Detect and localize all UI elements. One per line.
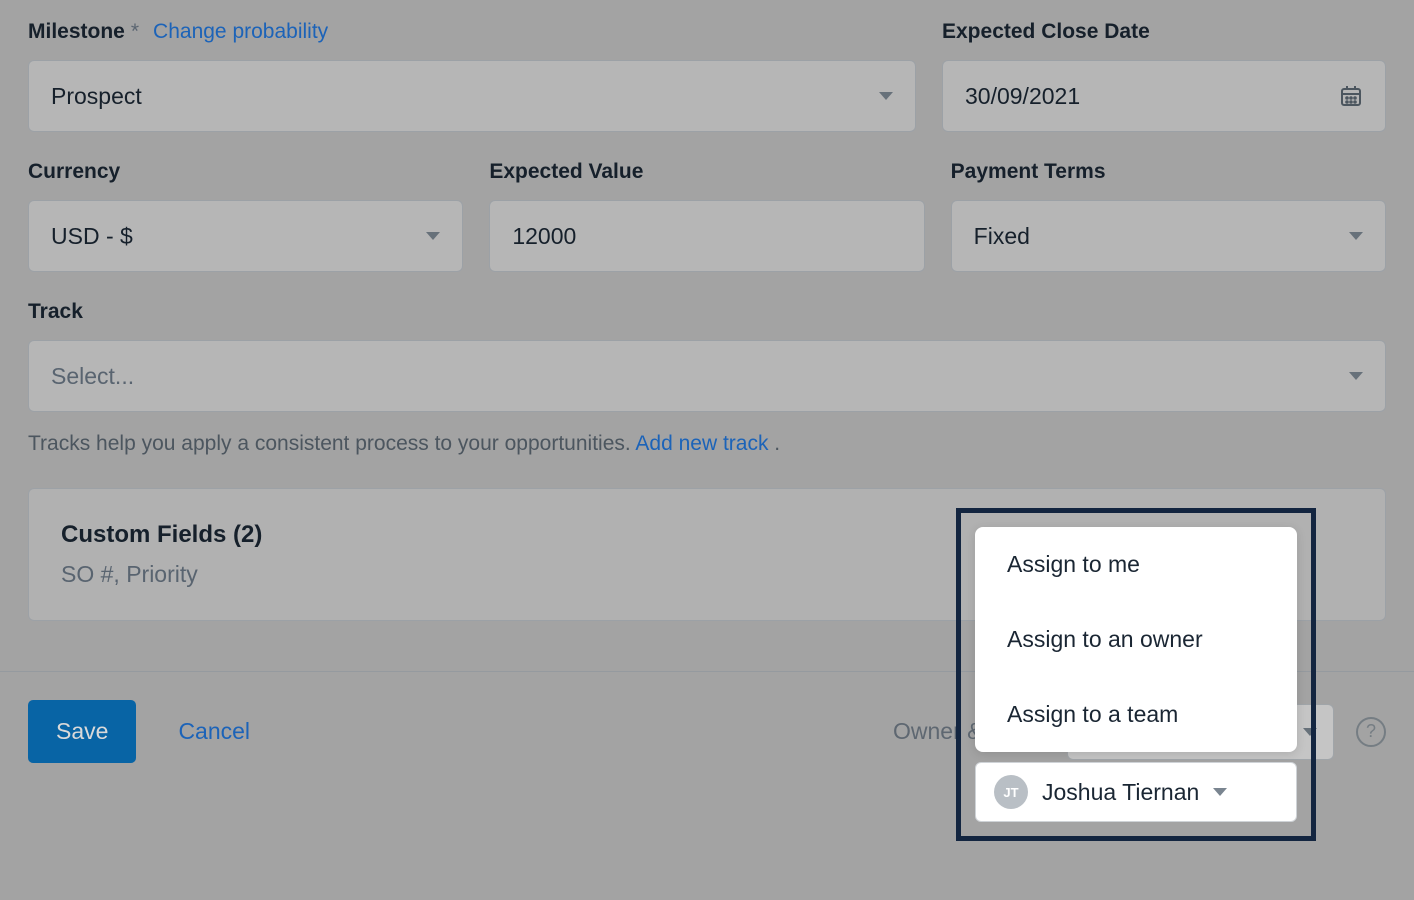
calendar-icon [1339, 84, 1363, 108]
expected-value-label: Expected Value [489, 160, 643, 184]
chevron-down-icon [1349, 372, 1363, 380]
assign-to-me-item[interactable]: Assign to me [975, 527, 1297, 602]
payment-terms-value: Fixed [974, 223, 1030, 250]
track-label: Track [28, 300, 83, 324]
assign-popover: Assign to me Assign to an owner Assign t… [975, 527, 1297, 752]
currency-label: Currency [28, 160, 120, 184]
assign-to-owner-item[interactable]: Assign to an owner [975, 602, 1297, 677]
cancel-button[interactable]: Cancel [178, 718, 250, 745]
close-date-label: Expected Close Date [942, 20, 1150, 44]
assign-popover-highlight: Assign to me Assign to an owner Assign t… [956, 508, 1316, 841]
track-helper: Tracks help you apply a consistent proce… [28, 432, 1386, 456]
close-date-value: 30/09/2021 [965, 83, 1080, 110]
add-track-link[interactable]: Add new track [635, 432, 768, 455]
assign-to-team-item[interactable]: Assign to a team [975, 677, 1297, 752]
currency-select[interactable]: USD - $ [28, 200, 463, 272]
avatar: JT [994, 775, 1028, 809]
required-indicator: * [131, 20, 139, 44]
chevron-down-icon [879, 92, 893, 100]
chevron-down-icon [426, 232, 440, 240]
owner-name: Joshua Tiernan [1042, 779, 1199, 806]
milestone-label: Milestone [28, 20, 125, 44]
milestone-select[interactable]: Prospect [28, 60, 916, 132]
track-select[interactable]: Select... [28, 340, 1386, 412]
expected-value-input[interactable]: 12000 [489, 200, 924, 272]
close-date-input[interactable]: 30/09/2021 [942, 60, 1386, 132]
chevron-down-icon [1349, 232, 1363, 240]
payment-terms-select[interactable]: Fixed [951, 200, 1386, 272]
owner-dropdown[interactable]: JT Joshua Tiernan [975, 762, 1297, 822]
save-button[interactable]: Save [28, 700, 136, 763]
payment-terms-label: Payment Terms [951, 160, 1106, 184]
milestone-value: Prospect [51, 83, 142, 110]
expected-value-value: 12000 [512, 223, 576, 250]
change-probability-link[interactable]: Change probability [153, 20, 328, 44]
currency-value: USD - $ [51, 223, 133, 250]
help-icon[interactable]: ? [1356, 717, 1386, 747]
track-placeholder: Select... [51, 363, 134, 390]
chevron-down-icon [1213, 788, 1227, 796]
